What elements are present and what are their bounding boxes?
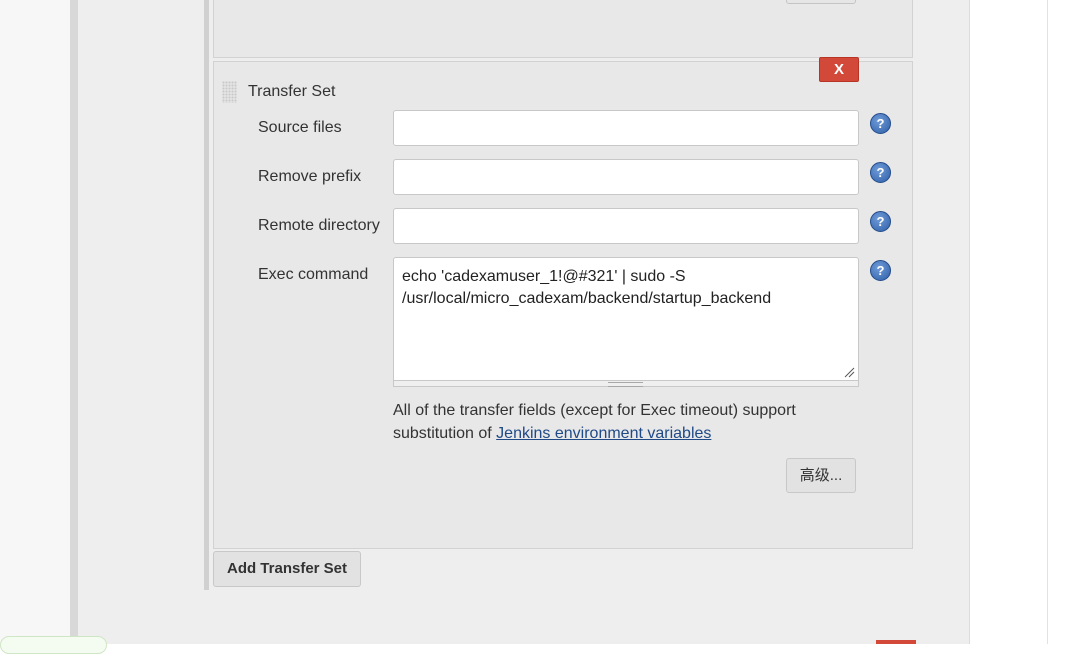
previous-config-block — [213, 0, 913, 58]
source-files-help-icon[interactable]: ? — [870, 113, 891, 134]
remove-prefix-input[interactable] — [393, 159, 859, 195]
substitution-help-text: All of the transfer fields (except for E… — [393, 399, 833, 445]
exec-command-textarea[interactable]: echo 'cadexamuser_1!@#321' | sudo -S /us… — [393, 257, 859, 381]
resize-grip-icon[interactable] — [843, 366, 855, 378]
resize-bar-grip-icon[interactable] — [608, 382, 643, 387]
jenkins-env-vars-link[interactable]: Jenkins environment variables — [496, 425, 711, 442]
bottom-notification-edge — [0, 636, 107, 654]
advanced-button[interactable]: 高级... — [786, 458, 856, 493]
previous-advanced-button[interactable] — [786, 0, 856, 4]
nested-block-rule — [204, 0, 209, 590]
remote-directory-label: Remote directory — [258, 217, 380, 234]
remove-prefix-label: Remove prefix — [258, 168, 362, 185]
left-divider — [70, 0, 78, 644]
source-files-input[interactable] — [393, 110, 859, 146]
source-files-label: Source files — [258, 119, 342, 136]
remote-directory-input[interactable] — [393, 208, 859, 244]
right-divider — [1047, 0, 1048, 644]
exec-command-help-icon[interactable]: ? — [870, 260, 891, 281]
transfer-set-title: Transfer Set — [248, 83, 336, 100]
exec-command-label: Exec command — [258, 266, 369, 283]
remote-directory-help-icon[interactable]: ? — [870, 211, 891, 232]
add-transfer-set-button[interactable]: Add Transfer Set — [213, 551, 361, 587]
next-delete-button-edge[interactable] — [876, 640, 916, 644]
remove-prefix-help-icon[interactable]: ? — [870, 162, 891, 183]
delete-transfer-set-button[interactable]: X — [819, 57, 859, 82]
drag-handle-icon[interactable] — [222, 81, 237, 103]
page-left-margin — [0, 0, 70, 644]
